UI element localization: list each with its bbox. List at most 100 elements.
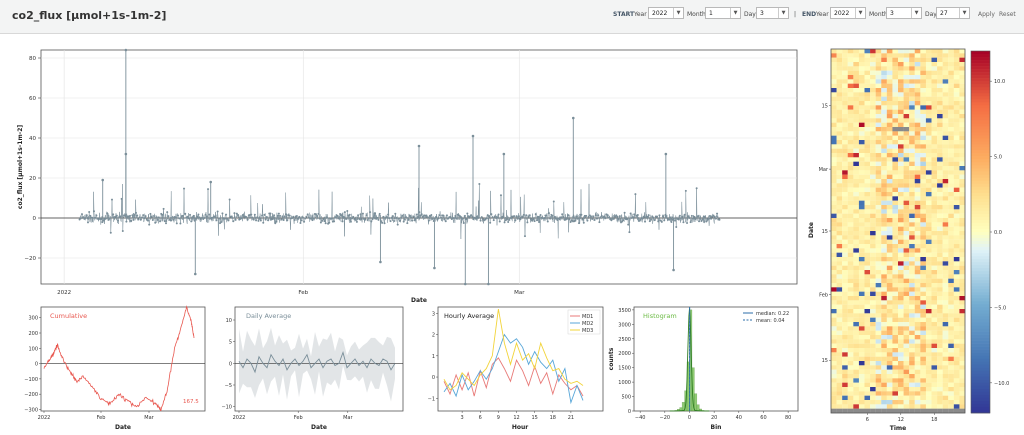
heatmap-cell [903,179,910,184]
timeseries-chart[interactable]: 806040200−20 2022 Feb Mar co2_flux [µmol+1… [0,40,810,305]
heatmap-cell [875,335,882,340]
heatmap-cell [847,135,854,141]
heatmap-cell [886,339,893,344]
data-point [257,219,260,222]
heatmap-cell [892,209,899,214]
hourly-average-chart[interactable]: 3210−13 6 9 12 15 18 21MD1MD2MD3 Hourly Averag… [418,304,608,432]
heatmap-cell [931,131,938,136]
heatmap-cell [920,105,927,110]
heatmap-cell [831,70,837,76]
heatmap-cell [914,270,921,275]
heatmap-cell [847,387,854,392]
apply-button[interactable]: Apply [978,11,995,18]
heatmap-cell [842,49,848,54]
heatmap-cell [892,274,899,279]
data-point [167,215,170,218]
heatmap-cell [937,400,943,405]
start-month-select[interactable]: 1 ▼ [705,7,741,19]
histogram-chart[interactable]: 3500300025002000150010005000−40 −20 0 20 40 6… [606,304,806,432]
heatmap-cell [925,265,932,271]
data-point [628,231,631,234]
y-tick-label: Feb [819,293,828,299]
heatmap-cell [847,140,854,145]
start-day-select[interactable]: 3 ▼ [756,7,789,19]
heatmap-cell [931,218,938,223]
heatmap-cell [831,166,837,171]
heatmap-cell [925,131,932,136]
heatmap-cell [948,83,954,89]
x-tick-label: 60 [760,415,766,421]
heatmap-cell [920,200,927,206]
start-year-select[interactable]: 2022 ▼ [648,7,684,19]
heatmap-cell [886,408,893,414]
heatmap-cell [925,400,932,405]
data-point [683,213,686,216]
heatmap-cell [925,166,932,171]
data-point [552,200,555,203]
heatmap-chart[interactable]: 15Mar15Feb156 12 18 10.05.00.0−5.0−10.0 Da… [805,40,1020,434]
heatmap-cell [853,408,860,414]
heatmap-cell [948,135,954,141]
end-year-select[interactable]: 2022 ▼ [830,7,866,19]
colorbar-segment [971,277,990,281]
heatmap-cell [942,322,949,327]
heatmap-cell [875,218,882,223]
heatmap-cell [914,200,921,206]
heatmap-cell [831,127,837,132]
heatmap-cell [842,248,848,253]
cumulative-chart[interactable]: 3002001000−100−200−3002022 Feb Mar Cumulat… [20,304,210,432]
heatmap-cell [864,382,871,388]
daily-average-chart[interactable]: 1050−5−102022 Feb Mar Daily Average Date [218,304,408,432]
heatmap-cell [886,92,893,97]
heatmap-cell [842,140,848,145]
data-point [415,213,418,216]
heatmap-cell [909,161,915,167]
end-month-select[interactable]: 3 ▼ [886,7,922,19]
heatmap-cell [953,148,960,154]
reset-button[interactable]: Reset [999,11,1016,18]
heatmap-cell [881,343,887,349]
heatmap-cell [925,343,932,349]
heatmap-cell [898,174,904,180]
heatmap-cell [925,161,932,167]
heatmap-cell [953,244,960,249]
heatmap-cell [892,75,899,80]
data-point [514,219,517,222]
heatmap-cell [931,317,938,323]
heatmap-cell [836,161,843,167]
heatmap-cell [864,79,871,84]
heatmap-cell [942,196,949,201]
heatmap-cell [898,49,904,54]
end-day-select[interactable]: 27 ▼ [936,7,970,19]
heatmap-cell [858,205,865,210]
heatmap-cell [948,296,954,301]
heatmap-cell [925,278,932,284]
x-tick-label: Mar [514,290,525,296]
heatmap-cell [831,361,837,366]
heatmap-cell [831,105,837,110]
heatmap-cell [914,218,921,223]
heatmap-cell [853,49,860,54]
heatmap-cell [836,296,843,301]
heatmap-cell [892,62,899,67]
heatmap-cell [959,187,966,193]
spike-point [417,144,421,148]
colorbar: 10.05.00.0−5.0−10.0 [970,50,1009,414]
data-point [128,214,131,217]
colorbar-segment [971,69,990,73]
heatmap-cell [953,187,960,193]
heatmap-cell [875,135,882,141]
heatmap-cell [948,326,954,331]
heatmap-cell [931,330,938,336]
data-point [364,218,367,221]
heatmap-cell [948,239,954,245]
data-point [485,217,488,220]
heatmap-cell [937,317,943,323]
heatmap-cell [858,278,865,284]
heatmap-cell [864,118,871,123]
heatmap-cell [914,395,921,401]
heatmap-cell [909,226,915,232]
heatmap-cell [948,200,954,206]
heatmap-cell [831,283,837,288]
heatmap-cell [898,218,904,223]
